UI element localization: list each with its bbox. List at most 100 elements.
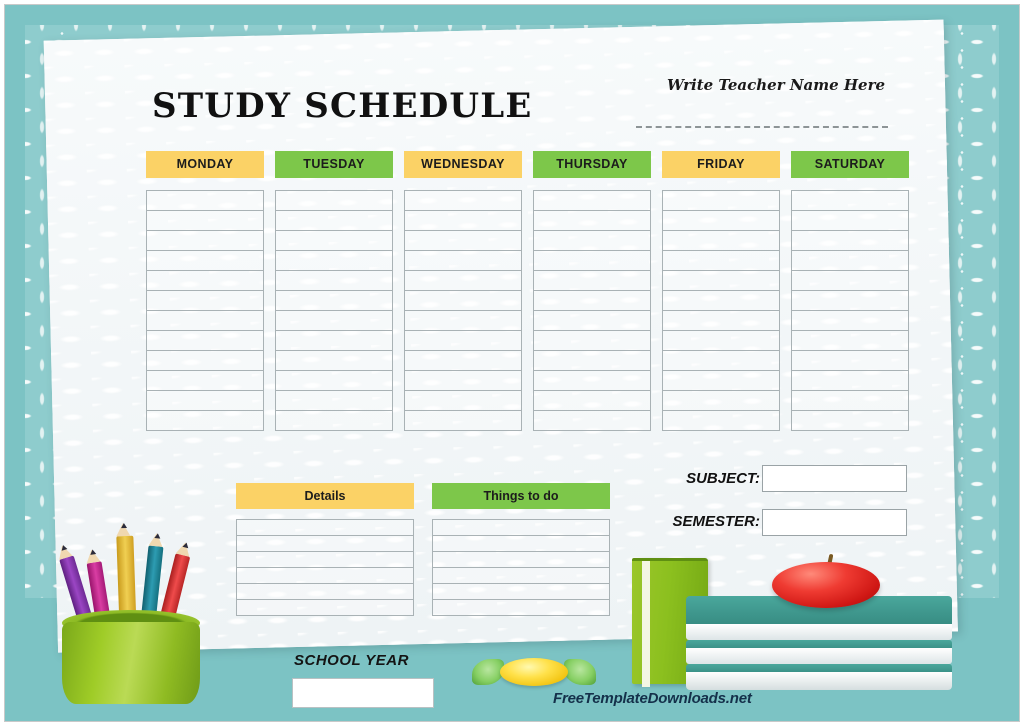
schedule-row[interactable] bbox=[663, 211, 779, 231]
schedule-row[interactable] bbox=[663, 231, 779, 251]
schedule-row[interactable] bbox=[147, 251, 263, 271]
schedule-row[interactable] bbox=[792, 411, 908, 431]
school-year-input[interactable] bbox=[292, 678, 434, 708]
day-table-saturday[interactable] bbox=[791, 190, 909, 431]
schedule-row[interactable] bbox=[663, 191, 779, 211]
schedule-row[interactable] bbox=[792, 351, 908, 371]
things-to-do-table[interactable] bbox=[432, 519, 610, 616]
schedule-row[interactable] bbox=[663, 291, 779, 311]
schedule-row[interactable] bbox=[792, 311, 908, 331]
schedule-row[interactable] bbox=[405, 291, 521, 311]
schedule-row[interactable] bbox=[663, 411, 779, 431]
note-row[interactable] bbox=[237, 552, 413, 568]
note-row[interactable] bbox=[433, 568, 609, 584]
schedule-row[interactable] bbox=[792, 251, 908, 271]
schedule-row[interactable] bbox=[147, 411, 263, 431]
schedule-row[interactable] bbox=[276, 351, 392, 371]
schedule-row[interactable] bbox=[534, 291, 650, 311]
schedule-row[interactable] bbox=[663, 351, 779, 371]
schedule-row[interactable] bbox=[534, 371, 650, 391]
schedule-row[interactable] bbox=[147, 211, 263, 231]
teacher-name-write-line[interactable] bbox=[636, 126, 888, 128]
day-table-monday[interactable] bbox=[146, 190, 264, 431]
schedule-row[interactable] bbox=[534, 311, 650, 331]
schedule-row[interactable] bbox=[405, 191, 521, 211]
schedule-row[interactable] bbox=[405, 211, 521, 231]
schedule-row[interactable] bbox=[276, 371, 392, 391]
schedule-row[interactable] bbox=[663, 371, 779, 391]
schedule-row[interactable] bbox=[276, 231, 392, 251]
schedule-row[interactable] bbox=[147, 371, 263, 391]
note-row[interactable] bbox=[433, 552, 609, 568]
schedule-row[interactable] bbox=[792, 371, 908, 391]
schedule-row[interactable] bbox=[147, 191, 263, 211]
schedule-row[interactable] bbox=[534, 411, 650, 431]
note-row[interactable] bbox=[237, 520, 413, 536]
schedule-row[interactable] bbox=[663, 391, 779, 411]
schedule-row[interactable] bbox=[792, 231, 908, 251]
green-book-page-edge bbox=[642, 561, 650, 687]
day-table-wednesday[interactable] bbox=[404, 190, 522, 431]
note-row[interactable] bbox=[237, 584, 413, 600]
schedule-row[interactable] bbox=[405, 251, 521, 271]
schedule-row[interactable] bbox=[405, 271, 521, 291]
schedule-row[interactable] bbox=[792, 391, 908, 411]
schedule-row[interactable] bbox=[276, 291, 392, 311]
schedule-row[interactable] bbox=[534, 331, 650, 351]
schedule-row[interactable] bbox=[663, 331, 779, 351]
schedule-row[interactable] bbox=[147, 291, 263, 311]
note-row[interactable] bbox=[433, 584, 609, 600]
schedule-row[interactable] bbox=[405, 411, 521, 431]
schedule-row[interactable] bbox=[792, 191, 908, 211]
schedule-row[interactable] bbox=[147, 391, 263, 411]
schedule-row[interactable] bbox=[792, 331, 908, 351]
note-row[interactable] bbox=[433, 520, 609, 536]
schedule-row[interactable] bbox=[405, 391, 521, 411]
day-table-friday[interactable] bbox=[662, 190, 780, 431]
schedule-row[interactable] bbox=[147, 351, 263, 371]
schedule-row[interactable] bbox=[663, 271, 779, 291]
schedule-row[interactable] bbox=[276, 251, 392, 271]
schedule-row[interactable] bbox=[792, 291, 908, 311]
schedule-row[interactable] bbox=[147, 231, 263, 251]
note-row[interactable] bbox=[433, 600, 609, 616]
schedule-row[interactable] bbox=[534, 211, 650, 231]
schedule-row[interactable] bbox=[792, 211, 908, 231]
schedule-row[interactable] bbox=[405, 371, 521, 391]
day-table-thursday[interactable] bbox=[533, 190, 651, 431]
schedule-row[interactable] bbox=[534, 251, 650, 271]
schedule-row[interactable] bbox=[276, 211, 392, 231]
details-table[interactable] bbox=[236, 519, 414, 616]
schedule-row[interactable] bbox=[534, 351, 650, 371]
schedule-row[interactable] bbox=[405, 311, 521, 331]
schedule-row[interactable] bbox=[405, 231, 521, 251]
schedule-row[interactable] bbox=[405, 351, 521, 371]
schedule-row[interactable] bbox=[663, 251, 779, 271]
schedule-row[interactable] bbox=[792, 271, 908, 291]
schedule-row[interactable] bbox=[276, 311, 392, 331]
subject-input[interactable] bbox=[762, 465, 907, 492]
schedule-row[interactable] bbox=[663, 311, 779, 331]
note-row[interactable] bbox=[433, 536, 609, 552]
schedule-row[interactable] bbox=[276, 331, 392, 351]
schedule-row[interactable] bbox=[147, 271, 263, 291]
note-row[interactable] bbox=[237, 600, 413, 616]
schedule-row[interactable] bbox=[147, 311, 263, 331]
schedule-row[interactable] bbox=[147, 331, 263, 351]
details-header: Details bbox=[236, 483, 414, 509]
day-column-monday: MONDAY bbox=[146, 151, 264, 431]
schedule-row[interactable] bbox=[534, 191, 650, 211]
day-table-tuesday[interactable] bbox=[275, 190, 393, 431]
semester-input[interactable] bbox=[762, 509, 907, 536]
schedule-row[interactable] bbox=[276, 391, 392, 411]
schedule-row[interactable] bbox=[276, 411, 392, 431]
note-row[interactable] bbox=[237, 536, 413, 552]
schedule-row[interactable] bbox=[534, 271, 650, 291]
schedule-row[interactable] bbox=[534, 231, 650, 251]
schedule-row[interactable] bbox=[534, 391, 650, 411]
schedule-row[interactable] bbox=[276, 191, 392, 211]
note-row[interactable] bbox=[237, 568, 413, 584]
schedule-row[interactable] bbox=[405, 331, 521, 351]
day-column-friday: FRIDAY bbox=[662, 151, 780, 431]
schedule-row[interactable] bbox=[276, 271, 392, 291]
